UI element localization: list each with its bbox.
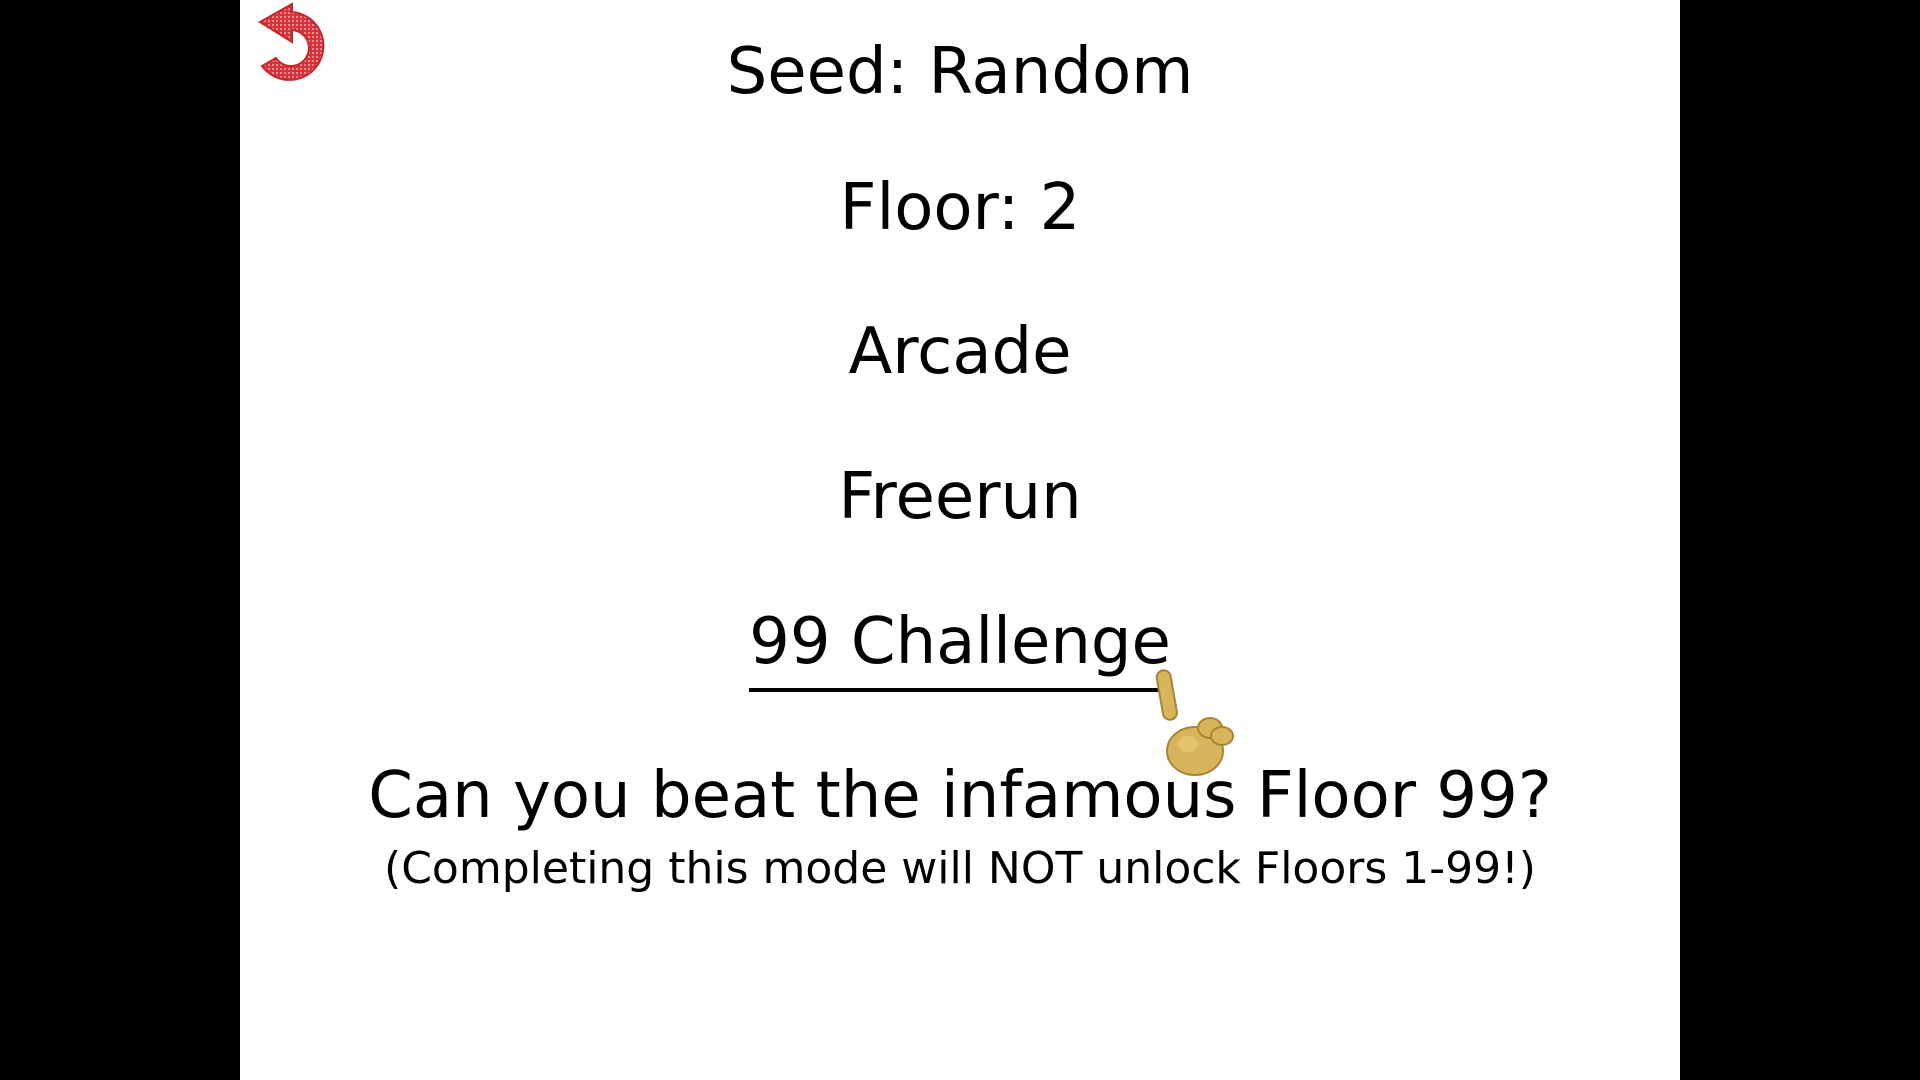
arcade-mode-button[interactable]: Arcade (240, 312, 1680, 392)
mode-description: Can you beat the infamous Floor 99? (368, 759, 1552, 833)
right-letterbox (1680, 0, 1920, 1080)
arcade-label: Arcade (848, 315, 1072, 389)
floor-option[interactable]: Floor: 2 (240, 168, 1680, 248)
seed-option[interactable]: Seed: Random (240, 32, 1680, 112)
freerun-label: Freerun (838, 460, 1082, 534)
left-letterbox (0, 0, 240, 1080)
challenge-label: 99 Challenge (749, 602, 1171, 692)
hand-pointer-icon (1150, 666, 1250, 776)
game-menu-screen: Seed: Random Floor: 2 Arcade Freerun 99 … (240, 0, 1680, 1080)
freerun-mode-button[interactable]: Freerun (240, 457, 1680, 537)
challenge-mode-button[interactable]: 99 Challenge (240, 602, 1680, 692)
floor-label: Floor: 2 (839, 171, 1081, 245)
seed-label: Seed: Random (726, 35, 1194, 109)
mode-note: (Completing this mode will NOT unlock Fl… (384, 843, 1536, 894)
